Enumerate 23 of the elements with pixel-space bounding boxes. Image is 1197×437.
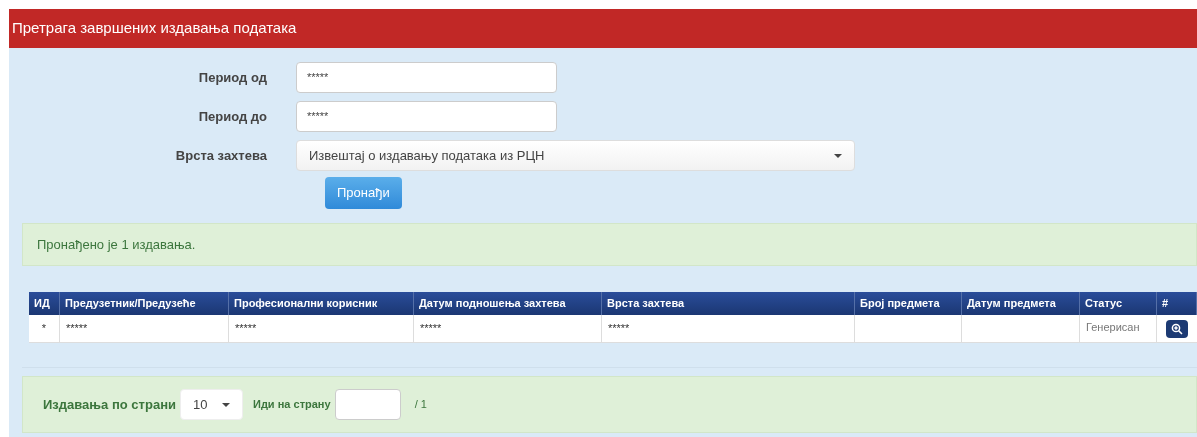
zoom-in-icon	[1171, 322, 1183, 335]
per-page-label: Издавања по страни	[43, 395, 176, 414]
table-cell: *****	[229, 315, 414, 342]
zoom-button[interactable]	[1166, 319, 1188, 338]
select-field[interactable]: Извештај о издавању података из РЦН	[296, 140, 855, 171]
goto-page-label: Иди на страну	[253, 397, 331, 413]
page-total: / 1	[414, 397, 427, 413]
table-cell: *****	[602, 315, 855, 342]
alert-text: Пронађено је 1 издавања.	[37, 235, 196, 254]
table-cell: *****	[414, 315, 602, 342]
input-field[interactable]: *****	[296, 101, 557, 132]
table-cell: *	[29, 315, 60, 342]
page-title: Претрага завршених издавања података	[12, 18, 297, 39]
page-input[interactable]	[334, 389, 401, 420]
table-cell: *****	[60, 315, 229, 342]
caret-icon	[834, 153, 842, 158]
caret-icon	[222, 402, 230, 407]
per-page-select[interactable]: 10	[180, 389, 243, 420]
field-label: Период до	[197, 107, 268, 126]
table-cell: Генерисан	[1080, 315, 1157, 342]
input-field[interactable]: *****	[296, 62, 557, 93]
field-label: Период од	[197, 68, 268, 87]
field-label: Врста захтева	[174, 146, 268, 165]
